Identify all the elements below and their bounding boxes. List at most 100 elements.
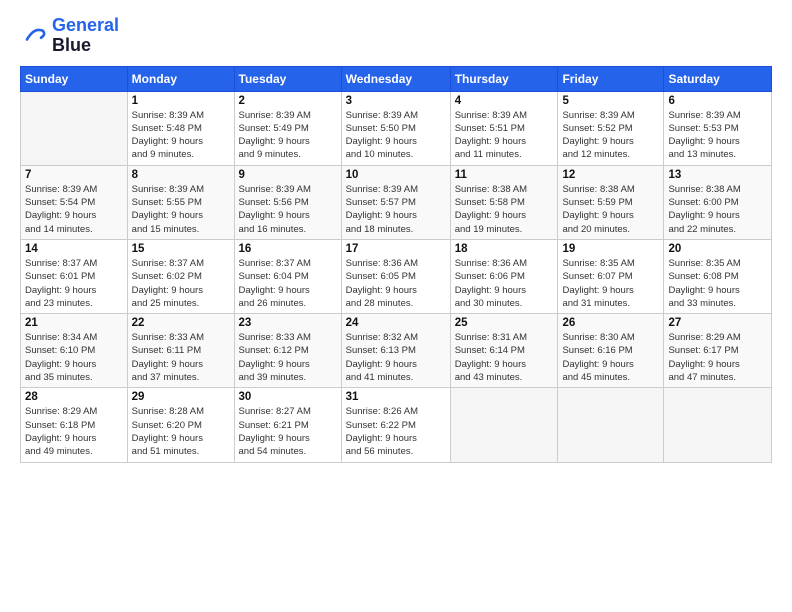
weekday-header-tuesday: Tuesday — [234, 66, 341, 91]
day-info: Sunrise: 8:29 AM Sunset: 6:18 PM Dayligh… — [25, 405, 123, 458]
day-info: Sunrise: 8:39 AM Sunset: 5:50 PM Dayligh… — [346, 109, 446, 162]
day-number: 14 — [25, 243, 123, 255]
calendar-cell: 29 Sunrise: 8:28 AM Sunset: 6:20 PM Dayli… — [127, 388, 234, 462]
day-number: 29 — [132, 391, 230, 403]
day-number: 22 — [132, 317, 230, 329]
calendar-cell: 13Sunrise: 8:38 AM Sunset: 6:00 PM Dayli… — [664, 165, 772, 239]
calendar-cell: 4Sunrise: 8:39 AM Sunset: 5:51 PM Daylig… — [450, 91, 558, 165]
calendar-cell: 30Sunrise: 8:27 AM Sunset: 6:21 PM Dayli… — [234, 388, 341, 462]
day-info: Sunrise: 8:30 AM Sunset: 6:16 PM Dayligh… — [562, 331, 659, 384]
day-info: Sunrise: 8:39 AM Sunset: 5:48 PM Dayligh… — [132, 109, 230, 162]
day-info: Sunrise: 8:37 AM Sunset: 6:02 PM Dayligh… — [132, 257, 230, 310]
calendar-cell: 25 Sunrise: 8:31 AM Sunset: 6:14 PM Dayli… — [450, 314, 558, 388]
calendar-week-row: 1Sunrise: 8:39 AM Sunset: 5:48 PM Daylig… — [21, 91, 772, 165]
day-info: Sunrise: 8:31 AM Sunset: 6:14 PM Dayligh… — [455, 331, 554, 384]
calendar-cell: 27 Sunrise: 8:29 AM Sunset: 6:17 PM Dayli… — [664, 314, 772, 388]
calendar-week-row: 14 Sunrise: 8:37 AM Sunset: 6:01 PM Dayli… — [21, 239, 772, 313]
day-info: Sunrise: 8:35 AM Sunset: 6:07 PM Dayligh… — [562, 257, 659, 310]
day-number: 15 — [132, 243, 230, 255]
day-info: Sunrise: 8:39 AM Sunset: 5:57 PM Dayligh… — [346, 183, 446, 236]
calendar-week-row: 28 Sunrise: 8:29 AM Sunset: 6:18 PM Dayli… — [21, 388, 772, 462]
day-number: 19 — [562, 243, 659, 255]
day-info: Sunrise: 8:37 AM Sunset: 6:01 PM Dayligh… — [25, 257, 123, 310]
day-info: Sunrise: 8:33 AM Sunset: 6:12 PM Dayligh… — [239, 331, 337, 384]
calendar-cell: 14 Sunrise: 8:37 AM Sunset: 6:01 PM Dayli… — [21, 239, 128, 313]
calendar-cell: 18 Sunrise: 8:36 AM Sunset: 6:06 PM Dayli… — [450, 239, 558, 313]
day-number: 12 — [562, 169, 659, 181]
day-number: 2 — [239, 95, 337, 107]
logo: General Blue — [20, 16, 119, 56]
day-info: Sunrise: 8:39 AM Sunset: 5:55 PM Dayligh… — [132, 183, 230, 236]
calendar-cell: 7 Sunrise: 8:39 AM Sunset: 5:54 PM Daylig… — [21, 165, 128, 239]
day-number: 9 — [239, 169, 337, 181]
day-number: 18 — [455, 243, 554, 255]
day-number: 27 — [668, 317, 767, 329]
calendar-cell: 9 Sunrise: 8:39 AM Sunset: 5:56 PM Daylig… — [234, 165, 341, 239]
calendar-cell: 21 Sunrise: 8:34 AM Sunset: 6:10 PM Dayli… — [21, 314, 128, 388]
calendar-cell: 3 Sunrise: 8:39 AM Sunset: 5:50 PM Daylig… — [341, 91, 450, 165]
day-info: Sunrise: 8:38 AM Sunset: 5:58 PM Dayligh… — [455, 183, 554, 236]
calendar-week-row: 21 Sunrise: 8:34 AM Sunset: 6:10 PM Dayli… — [21, 314, 772, 388]
calendar-cell: 24Sunrise: 8:32 AM Sunset: 6:13 PM Dayli… — [341, 314, 450, 388]
day-number: 7 — [25, 169, 123, 181]
calendar-cell: 23 Sunrise: 8:33 AM Sunset: 6:12 PM Dayli… — [234, 314, 341, 388]
weekday-header-wednesday: Wednesday — [341, 66, 450, 91]
weekday-header-row: SundayMondayTuesdayWednesdayThursdayFrid… — [21, 66, 772, 91]
day-number: 5 — [562, 95, 659, 107]
weekday-header-sunday: Sunday — [21, 66, 128, 91]
day-info: Sunrise: 8:39 AM Sunset: 5:52 PM Dayligh… — [562, 109, 659, 162]
day-info: Sunrise: 8:36 AM Sunset: 6:06 PM Dayligh… — [455, 257, 554, 310]
day-number: 21 — [25, 317, 123, 329]
day-number: 13 — [668, 169, 767, 181]
day-number: 16 — [239, 243, 337, 255]
calendar-cell — [450, 388, 558, 462]
day-info: Sunrise: 8:26 AM Sunset: 6:22 PM Dayligh… — [346, 405, 446, 458]
day-info: Sunrise: 8:29 AM Sunset: 6:17 PM Dayligh… — [668, 331, 767, 384]
day-number: 23 — [239, 317, 337, 329]
calendar-cell: 16Sunrise: 8:37 AM Sunset: 6:04 PM Dayli… — [234, 239, 341, 313]
calendar-cell: 15 Sunrise: 8:37 AM Sunset: 6:02 PM Dayli… — [127, 239, 234, 313]
calendar-cell: 26 Sunrise: 8:30 AM Sunset: 6:16 PM Dayli… — [558, 314, 664, 388]
calendar-cell: 19 Sunrise: 8:35 AM Sunset: 6:07 PM Dayli… — [558, 239, 664, 313]
page: General Blue SundayMondayTuesdayWednesda… — [0, 0, 792, 612]
day-number: 30 — [239, 391, 337, 403]
day-info: Sunrise: 8:39 AM Sunset: 5:49 PM Dayligh… — [239, 109, 337, 162]
calendar-cell: 8Sunrise: 8:39 AM Sunset: 5:55 PM Daylig… — [127, 165, 234, 239]
day-info: Sunrise: 8:28 AM Sunset: 6:20 PM Dayligh… — [132, 405, 230, 458]
day-info: Sunrise: 8:39 AM Sunset: 5:54 PM Dayligh… — [25, 183, 123, 236]
calendar-cell: 22Sunrise: 8:33 AM Sunset: 6:11 PM Dayli… — [127, 314, 234, 388]
calendar-cell: 1Sunrise: 8:39 AM Sunset: 5:48 PM Daylig… — [127, 91, 234, 165]
calendar-cell: 2 Sunrise: 8:39 AM Sunset: 5:49 PM Daylig… — [234, 91, 341, 165]
calendar-cell: 12 Sunrise: 8:38 AM Sunset: 5:59 PM Dayli… — [558, 165, 664, 239]
day-number: 20 — [668, 243, 767, 255]
calendar-cell: 10 Sunrise: 8:39 AM Sunset: 5:57 PM Dayli… — [341, 165, 450, 239]
header: General Blue — [20, 16, 772, 56]
day-number: 25 — [455, 317, 554, 329]
weekday-header-saturday: Saturday — [664, 66, 772, 91]
day-info: Sunrise: 8:34 AM Sunset: 6:10 PM Dayligh… — [25, 331, 123, 384]
calendar-cell: 6 Sunrise: 8:39 AM Sunset: 5:53 PM Daylig… — [664, 91, 772, 165]
day-number: 31 — [346, 391, 446, 403]
day-info: Sunrise: 8:39 AM Sunset: 5:51 PM Dayligh… — [455, 109, 554, 162]
calendar-week-row: 7 Sunrise: 8:39 AM Sunset: 5:54 PM Daylig… — [21, 165, 772, 239]
logo-icon — [20, 22, 48, 50]
day-number: 28 — [25, 391, 123, 403]
calendar-cell: 31 Sunrise: 8:26 AM Sunset: 6:22 PM Dayli… — [341, 388, 450, 462]
day-info: Sunrise: 8:36 AM Sunset: 6:05 PM Dayligh… — [346, 257, 446, 310]
calendar-cell: 11 Sunrise: 8:38 AM Sunset: 5:58 PM Dayli… — [450, 165, 558, 239]
day-info: Sunrise: 8:32 AM Sunset: 6:13 PM Dayligh… — [346, 331, 446, 384]
calendar-cell: 28 Sunrise: 8:29 AM Sunset: 6:18 PM Dayli… — [21, 388, 128, 462]
day-number: 11 — [455, 169, 554, 181]
day-info: Sunrise: 8:39 AM Sunset: 5:53 PM Dayligh… — [668, 109, 767, 162]
logo-text: General Blue — [52, 16, 119, 56]
day-number: 10 — [346, 169, 446, 181]
day-info: Sunrise: 8:38 AM Sunset: 5:59 PM Dayligh… — [562, 183, 659, 236]
calendar-cell — [558, 388, 664, 462]
day-number: 6 — [668, 95, 767, 107]
day-info: Sunrise: 8:35 AM Sunset: 6:08 PM Dayligh… — [668, 257, 767, 310]
day-number: 3 — [346, 95, 446, 107]
day-number: 26 — [562, 317, 659, 329]
day-info: Sunrise: 8:39 AM Sunset: 5:56 PM Dayligh… — [239, 183, 337, 236]
weekday-header-thursday: Thursday — [450, 66, 558, 91]
calendar-cell: 17Sunrise: 8:36 AM Sunset: 6:05 PM Dayli… — [341, 239, 450, 313]
